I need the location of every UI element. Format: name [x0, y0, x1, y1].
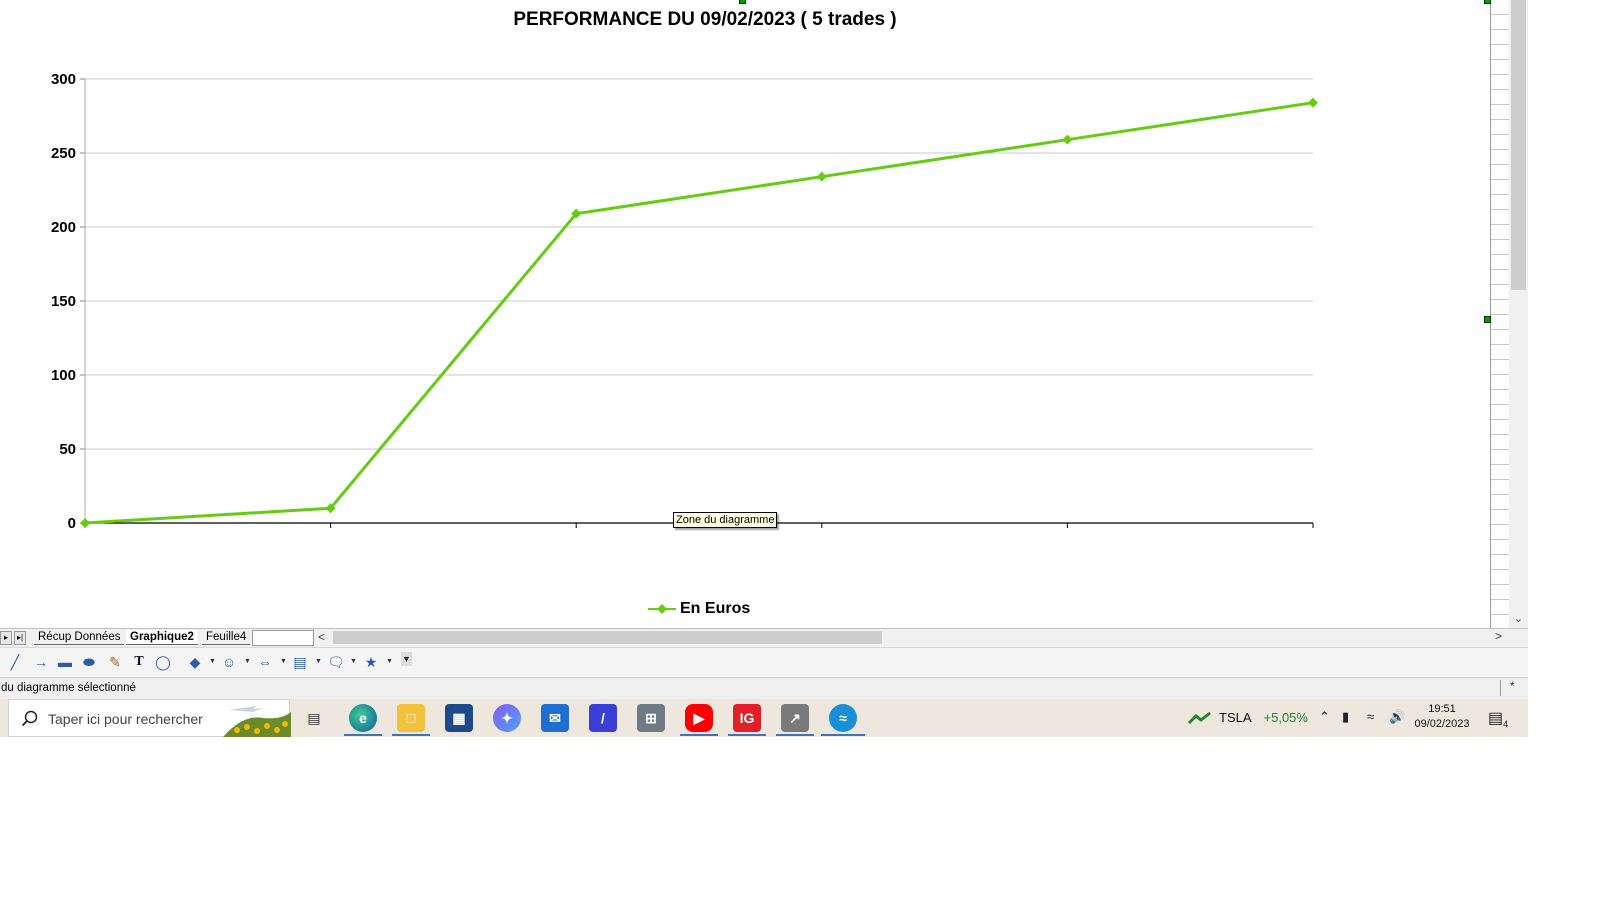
- vertical-scroll-thumb[interactable]: [1511, 0, 1526, 290]
- callouts-icon[interactable]: 🗨: [327, 653, 345, 671]
- search-highlight-icon: [223, 706, 291, 737]
- selection-handle[interactable]: [1484, 0, 1491, 4]
- chevron-down-icon[interactable]: ▼: [209, 658, 216, 665]
- stock-app-icon[interactable]: ↗: [781, 704, 809, 732]
- tab-spacer: [252, 630, 314, 646]
- taskbar-search[interactable]: Taper ici pour rechercher: [8, 699, 291, 737]
- task-view-icon[interactable]: ▤: [300, 704, 328, 732]
- toolbar-overflow-icon[interactable]: ▼: [401, 652, 412, 666]
- legend-label: En Euros: [680, 600, 751, 617]
- sheet-tab-graphique2[interactable]: Graphique2: [126, 630, 198, 645]
- status-text: du diagramme sélectionné: [1, 682, 136, 694]
- data-point: [1062, 134, 1073, 145]
- y-tick-label: 250: [51, 145, 76, 162]
- file-explorer-icon[interactable]: □: [397, 704, 425, 732]
- chevron-down-icon[interactable]: ▼: [386, 658, 393, 665]
- active-indicator: [728, 734, 766, 736]
- column-strip: [1490, 0, 1510, 628]
- active-indicator: [821, 734, 865, 736]
- text-icon[interactable]: T: [130, 653, 148, 671]
- ticker-change: +5,05%: [1263, 710, 1308, 725]
- taskbar: Taper ici pour rechercher ▤ e □ ▦ ✦ ✉ / …: [0, 699, 1528, 737]
- active-indicator: [680, 734, 718, 736]
- arrow-icon[interactable]: →: [32, 653, 50, 671]
- calculator-icon[interactable]: ⊞: [637, 704, 665, 732]
- series-line: [84, 101, 1314, 525]
- chart-tooltip: Zone du diagramme: [673, 512, 778, 528]
- battery-icon[interactable]: ▮: [1342, 709, 1349, 725]
- ig-icon[interactable]: IG: [733, 704, 761, 732]
- app-icon[interactable]: /: [589, 704, 617, 732]
- y-tick-label: 200: [51, 219, 76, 236]
- ticker-symbol: TSLA: [1219, 710, 1252, 725]
- chevron-down-icon[interactable]: ▼: [280, 658, 287, 665]
- symbol-shapes-icon[interactable]: ☺: [220, 653, 238, 671]
- legend-marker-icon: [648, 604, 676, 614]
- active-indicator: [776, 734, 814, 736]
- freeform-icon[interactable]: ✎: [106, 653, 124, 671]
- line-icon[interactable]: ╱: [6, 653, 24, 671]
- drawing-toolbar: ╱ → ▬ ⬬ ✎ T ◯ ◆ ▼ ☺ ▼ ⇔ ▼ ▤ ▼ 🗨 ▼ ★ ▼ ▼: [0, 647, 1528, 676]
- block-arrows-icon[interactable]: ⇔: [256, 653, 274, 671]
- volume-icon[interactable]: 🔊: [1389, 709, 1405, 725]
- tab-next-icon[interactable]: ▸: [0, 631, 12, 645]
- data-point: [816, 171, 827, 182]
- callout-icon[interactable]: ◯: [154, 653, 172, 671]
- selection-handle[interactable]: [739, 0, 746, 4]
- selection-handle[interactable]: [1484, 316, 1491, 323]
- notification-icon[interactable]: ▤4: [1488, 708, 1508, 729]
- y-tick-label: 50: [59, 441, 76, 458]
- clock-time: 19:51: [1428, 703, 1456, 715]
- app-window: PERFORMANCE DU 09/02/2023 ( 5 trades ) 0…: [0, 0, 1600, 900]
- wifi-icon[interactable]: ≈: [1367, 709, 1374, 724]
- basic-shapes-icon[interactable]: ◆: [186, 653, 204, 671]
- chevron-up-icon[interactable]: ⌃: [1319, 709, 1330, 725]
- store-icon[interactable]: ▦: [445, 704, 473, 732]
- notification-count: 4: [1503, 719, 1509, 730]
- modified-indicator: *: [1510, 681, 1515, 693]
- chevron-down-icon[interactable]: ▼: [315, 658, 322, 665]
- flowchart-icon[interactable]: ▤: [291, 653, 309, 671]
- clock-date: 09/02/2023: [1414, 718, 1470, 730]
- y-tick-label: 100: [51, 367, 76, 384]
- trend-up-icon: [1188, 711, 1211, 724]
- chevron-down-icon[interactable]: ▼: [244, 658, 251, 665]
- browser-icon[interactable]: ≈: [829, 704, 857, 732]
- stars-icon[interactable]: ★: [362, 653, 380, 671]
- chart-legend: En Euros: [648, 600, 750, 618]
- y-tick-label: 0: [68, 515, 76, 532]
- scroll-down-icon[interactable]: ⌄: [1511, 612, 1526, 625]
- chevron-down-icon[interactable]: ▼: [350, 658, 357, 665]
- sheet-tab-feuille4[interactable]: Feuille4: [202, 630, 251, 645]
- ellipse-icon[interactable]: ⬬: [80, 653, 98, 671]
- data-point: [80, 518, 90, 528]
- search-placeholder: Taper ici pour rechercher: [48, 711, 203, 727]
- search-icon: [21, 710, 38, 727]
- rectangle-icon[interactable]: ▬: [56, 653, 74, 671]
- y-tick-label: 150: [51, 293, 76, 310]
- active-indicator: [344, 734, 382, 736]
- y-tick-label: 300: [51, 71, 76, 88]
- sheet-tab-recup-donnees[interactable]: Récup Données: [34, 630, 125, 645]
- tab-last-icon[interactable]: ▸|: [14, 631, 26, 645]
- stock-widget[interactable]: TSLA +5,05%: [1188, 710, 1308, 725]
- sheet-tab-bar: ▸ ▸| Récup Données Graphique2 Feuille4 <…: [0, 628, 1528, 647]
- status-divider: [1500, 680, 1501, 696]
- edge-icon[interactable]: e: [349, 704, 377, 732]
- data-point: [1308, 97, 1318, 108]
- mail-icon[interactable]: ✉: [541, 704, 569, 732]
- chart-plot[interactable]: 0 50 100 150 200 250 300: [0, 0, 1490, 628]
- status-bar: du diagramme sélectionné *: [0, 677, 1528, 699]
- active-indicator: [392, 734, 430, 736]
- youtube-icon[interactable]: ▶: [685, 704, 713, 732]
- teams-icon[interactable]: ✦: [493, 704, 521, 732]
- system-clock[interactable]: 19:51 09/02/2023: [1411, 702, 1473, 732]
- scroll-right-icon[interactable]: >: [1495, 629, 1502, 643]
- scroll-left-icon[interactable]: <: [318, 630, 325, 644]
- horizontal-scroll-thumb[interactable]: [333, 631, 882, 644]
